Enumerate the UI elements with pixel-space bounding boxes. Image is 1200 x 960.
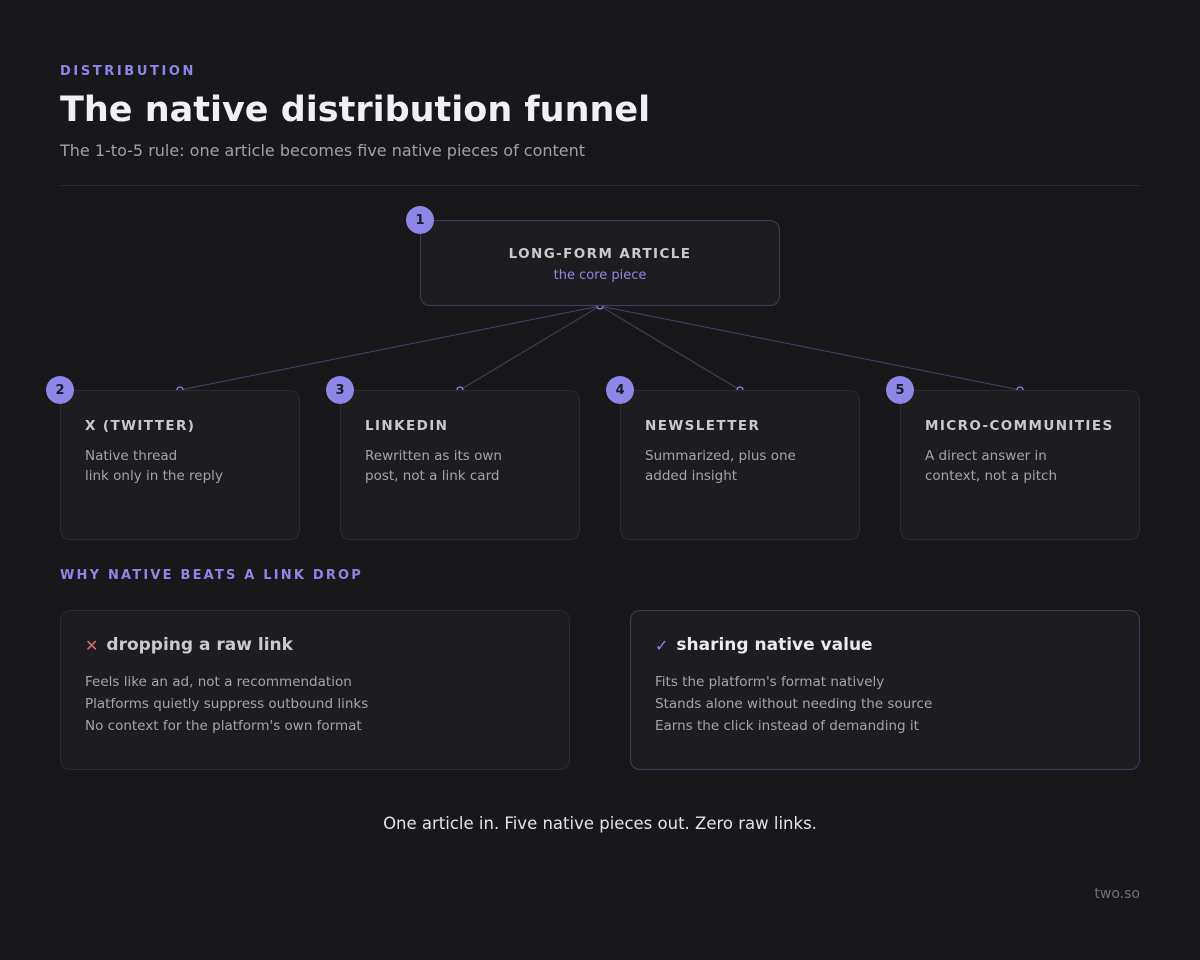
root-node-title: LONG-FORM ARTICLE xyxy=(508,246,692,262)
step-badge-3: 3 xyxy=(326,376,354,404)
channel-description-line: context, not a pitch xyxy=(925,468,1058,484)
list-item: Stands alone without needing the source xyxy=(655,696,933,712)
raw-link-card-header: ✕ dropping a raw link xyxy=(85,635,569,655)
channel-description-line: A direct answer in xyxy=(925,448,1047,464)
root-node-long-form-article: LONG-FORM ARTICLE the core piece xyxy=(420,220,780,306)
step-badge-5: 5 xyxy=(886,376,914,404)
channel-title: MICRO-COMMUNITIES xyxy=(925,418,1114,434)
raw-link-reasons: Feels like an ad, not a recommendation P… xyxy=(85,671,569,737)
channel-description: Rewritten as its own post, not a link ca… xyxy=(365,446,579,486)
raw-link-card-title: dropping a raw link xyxy=(106,635,293,655)
channel-node-linkedin: LINKEDIN Rewritten as its own post, not … xyxy=(340,390,580,540)
channel-title: X (TWITTER) xyxy=(85,418,196,434)
channel-title: LINKEDIN xyxy=(365,418,449,434)
channel-description-line: added insight xyxy=(645,468,738,484)
native-value-reasons: Fits the platform's format natively Stan… xyxy=(655,671,1139,737)
channel-description-line: post, not a link card xyxy=(365,468,500,484)
raw-link-card: ✕ dropping a raw link Feels like an ad, … xyxy=(60,610,570,770)
connector-to-x xyxy=(179,305,601,391)
list-item: Fits the platform's format natively xyxy=(655,674,885,690)
channel-title: NEWSLETTER xyxy=(645,418,761,434)
closing-tagline: One article in. Five native pieces out. … xyxy=(383,814,817,833)
channel-description: Native thread link only in the reply xyxy=(85,446,299,486)
channel-node-newsletter: NEWSLETTER Summarized, plus one added in… xyxy=(620,390,860,540)
check-icon: ✓ xyxy=(655,635,669,655)
channel-description-line: Summarized, plus one xyxy=(645,448,796,464)
channel-description: Summarized, plus one added insight xyxy=(645,446,859,486)
root-node-subtitle: the core piece xyxy=(553,268,647,283)
list-item: Earns the click instead of demanding it xyxy=(655,718,919,734)
native-value-card-title: sharing native value xyxy=(676,635,873,655)
channel-description-line: link only in the reply xyxy=(85,468,223,484)
list-item: Platforms quietly suppress outbound link… xyxy=(85,696,369,712)
connector-to-linkedin xyxy=(459,305,601,391)
step-badge-2: 2 xyxy=(46,376,74,404)
step-badge-4: 4 xyxy=(606,376,634,404)
channel-description-line: Native thread xyxy=(85,448,178,464)
list-item: No context for the platform's own format xyxy=(85,718,362,734)
comparison-section-label: WHY NATIVE BEATS A LINK DROP xyxy=(60,568,364,583)
list-item: Feels like an ad, not a recommendation xyxy=(85,674,352,690)
native-value-card: ✓ sharing native value Fits the platform… xyxy=(630,610,1140,770)
page: DISTRIBUTION The native distribution fun… xyxy=(0,0,1200,960)
channel-node-x-twitter: X (TWITTER) Native thread link only in t… xyxy=(60,390,300,540)
cross-icon: ✕ xyxy=(85,635,99,655)
channel-description-line: Rewritten as its own xyxy=(365,448,502,464)
native-value-card-header: ✓ sharing native value xyxy=(655,635,1139,655)
connector-to-micro-communities xyxy=(599,305,1021,391)
channel-description: A direct answer in context, not a pitch xyxy=(925,446,1139,486)
brand-label: two.so xyxy=(1094,886,1140,902)
step-badge-1: 1 xyxy=(406,206,434,234)
channel-node-micro-communities: MICRO-COMMUNITIES A direct answer in con… xyxy=(900,390,1140,540)
